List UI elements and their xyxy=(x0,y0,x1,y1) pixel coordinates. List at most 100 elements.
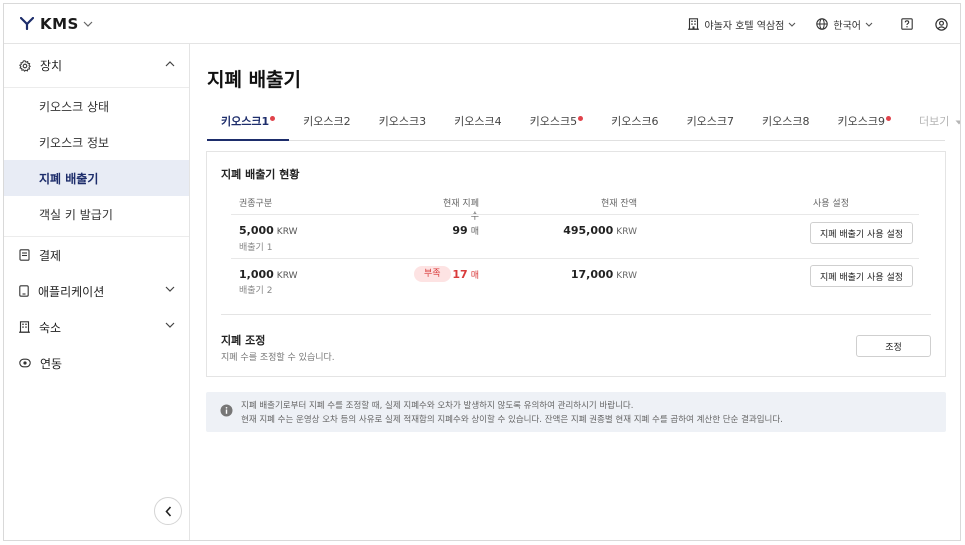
tab-more[interactable]: 더보기 xyxy=(905,111,960,141)
hotel-selector[interactable]: 야놀자 호텔 역삼점 xyxy=(688,17,796,32)
tab-kiosk-2[interactable]: 키오스크2 xyxy=(289,111,364,141)
info-notice: 지폐 배출기로부터 지폐 수를 조정할 때, 실제 지폐수와 오차가 발생하지 … xyxy=(206,392,946,432)
row2-amount: 1,000 KRW xyxy=(239,268,298,281)
sidebar-item-bill-dispenser[interactable]: 지폐 배출기 xyxy=(4,160,189,196)
tab-kiosk-5[interactable]: 키오스크5 xyxy=(516,111,597,141)
sidebar-item-kiosk-info[interactable]: 키오스크 정보 xyxy=(4,124,189,160)
amount-value: 5,000 xyxy=(239,224,274,237)
sidebar-group-label: 연동 xyxy=(40,356,63,371)
tab-kiosk-4[interactable]: 키오스크4 xyxy=(440,111,515,141)
sidebar-group-label: 숙소 xyxy=(39,320,62,335)
row1-dispenser-setting-button[interactable]: 지폐 배출기 사용 설정 xyxy=(810,222,913,244)
row1-dispenser-name: 배출기 1 xyxy=(239,243,273,253)
chevron-down-icon xyxy=(83,21,93,27)
sidebar: 장치 키오스크 상태 키오스크 정보 지폐 배출기 객실 키 발급기 결제 애플… xyxy=(4,44,190,540)
sidebar-device-items: 키오스크 상태 키오스크 정보 지폐 배출기 객실 키 발급기 xyxy=(4,88,189,237)
tab-kiosk-3[interactable]: 키오스크3 xyxy=(365,111,440,141)
currency-unit: KRW xyxy=(276,227,298,237)
tab-label: 키오스크1 xyxy=(221,115,270,128)
tab-kiosk-1[interactable]: 키오스크1 xyxy=(207,111,290,141)
alert-dot xyxy=(578,116,584,121)
row1-amount: 5,000 KRW xyxy=(239,224,298,237)
language-selector[interactable]: 한국어 xyxy=(816,17,873,32)
tab-label: 키오스크5 xyxy=(529,115,578,128)
app-window: KMS 야놀자 호텔 역삼점 한국어 장치 키오스크 상태 키오스크 정보 지폐… xyxy=(3,3,961,541)
building-icon xyxy=(19,321,30,333)
building-icon xyxy=(688,18,700,30)
sidebar-collapse-button[interactable] xyxy=(154,497,182,525)
sidebar-group-application[interactable]: 애플리케이션 xyxy=(4,273,189,309)
notice-line-1: 지폐 배출기로부터 지폐 수를 조정할 때, 실제 지폐수와 오차가 발생하지 … xyxy=(241,401,634,411)
tab-kiosk-6[interactable]: 키오스크6 xyxy=(597,111,672,141)
currency-unit: KRW xyxy=(276,271,298,281)
tab-label: 키오스크7 xyxy=(686,115,735,128)
user-icon xyxy=(935,17,948,31)
chevron-down-icon xyxy=(865,22,873,27)
language-label: 한국어 xyxy=(833,20,861,32)
account-button[interactable] xyxy=(935,17,948,31)
balance-unit: KRW xyxy=(616,271,637,281)
tab-label: 키오스크3 xyxy=(378,115,427,128)
row2-dispenser-setting-button[interactable]: 지폐 배출기 사용 설정 xyxy=(810,265,913,287)
chevron-down-icon xyxy=(165,286,175,292)
link-icon xyxy=(19,358,31,368)
help-button[interactable] xyxy=(901,18,913,30)
info-icon xyxy=(220,404,233,417)
sidebar-group-integration[interactable]: 연동 xyxy=(4,345,189,381)
tab-kiosk-8[interactable]: 키오스크8 xyxy=(748,111,823,141)
brand-switcher[interactable]: KMS xyxy=(20,15,93,33)
tab-label: 키오스크2 xyxy=(303,115,351,128)
chevron-left-icon xyxy=(164,505,171,517)
globe-icon xyxy=(816,18,829,30)
row2-balance: 17,000 KRW xyxy=(537,268,637,281)
tab-label: 키오스크6 xyxy=(611,115,659,128)
sidebar-group-property[interactable]: 숙소 xyxy=(4,309,189,345)
gear-icon xyxy=(19,59,31,72)
adjust-section-title: 지폐 조정 xyxy=(221,334,266,347)
count-value: 99 xyxy=(452,224,468,237)
chevron-down-icon xyxy=(789,22,796,27)
sidebar-item-room-key-issuer[interactable]: 객실 키 발급기 xyxy=(4,196,189,232)
balance-value: 17,000 xyxy=(570,268,614,281)
status-section-title: 지폐 배출기 현황 xyxy=(221,168,300,181)
count-value: 17 xyxy=(452,268,468,281)
col-header-balance: 현재 잔액 xyxy=(601,199,637,209)
receipt-icon xyxy=(19,249,30,261)
sidebar-group-payment[interactable]: 결제 xyxy=(4,237,189,273)
sidebar-group-label: 결제 xyxy=(39,248,62,263)
adjust-description: 지폐 수를 조정할 수 있습니다. xyxy=(221,353,335,363)
chevron-up-icon xyxy=(165,61,175,67)
tab-kiosk-7[interactable]: 키오스크7 xyxy=(673,111,748,141)
row1-balance: 495,000 KRW xyxy=(537,224,637,237)
alert-dot xyxy=(270,116,276,121)
sidebar-group-device[interactable]: 장치 xyxy=(4,44,189,88)
tab-label: 더보기 xyxy=(919,115,950,128)
hotel-name: 야놀자 호텔 역삼점 xyxy=(704,20,785,32)
sidebar-item-kiosk-status[interactable]: 키오스크 상태 xyxy=(4,88,189,124)
tab-kiosk-9[interactable]: 키오스크9 xyxy=(824,111,905,141)
kiosk-tabs: 키오스크1 키오스크2 키오스크3 키오스크4 키오스크5 키오스크6 키오스크… xyxy=(207,111,960,141)
balance-value: 495,000 xyxy=(563,224,614,237)
count-unit: 매 xyxy=(470,271,479,281)
notice-line-2: 현재 지폐 수는 운영상 오차 등의 사유로 실제 적재함의 지폐수와 상이할 … xyxy=(241,415,783,425)
brand-name: KMS xyxy=(40,14,79,33)
row2-dispenser-name: 배출기 2 xyxy=(239,286,273,296)
top-header: KMS 야놀자 호텔 역삼점 한국어 xyxy=(4,4,960,44)
count-unit: 매 xyxy=(470,227,479,237)
alert-dot xyxy=(886,116,892,121)
row2-count: 17 매 xyxy=(439,268,479,281)
col-header-denomination: 권종구분 xyxy=(239,199,273,209)
chevron-down-icon xyxy=(165,322,175,328)
section-divider xyxy=(221,314,931,315)
balance-unit: KRW xyxy=(616,227,637,237)
header-actions: 야놀자 호텔 역삼점 한국어 xyxy=(688,4,960,44)
col-header-count: 현재 지폐 수 xyxy=(443,199,479,222)
row1-count: 99 매 xyxy=(419,224,479,237)
row-divider xyxy=(231,258,919,259)
main-content: 지폐 배출기 키오스크1 키오스크2 키오스크3 키오스크4 키오스크5 키오스… xyxy=(191,45,960,540)
adjust-button[interactable]: 조정 xyxy=(856,335,931,357)
col-header-setting: 사용 설정 xyxy=(813,199,849,209)
row-divider xyxy=(231,214,919,215)
sidebar-group-label: 애플리케이션 xyxy=(38,284,105,299)
tab-label: 키오스크8 xyxy=(762,115,810,128)
